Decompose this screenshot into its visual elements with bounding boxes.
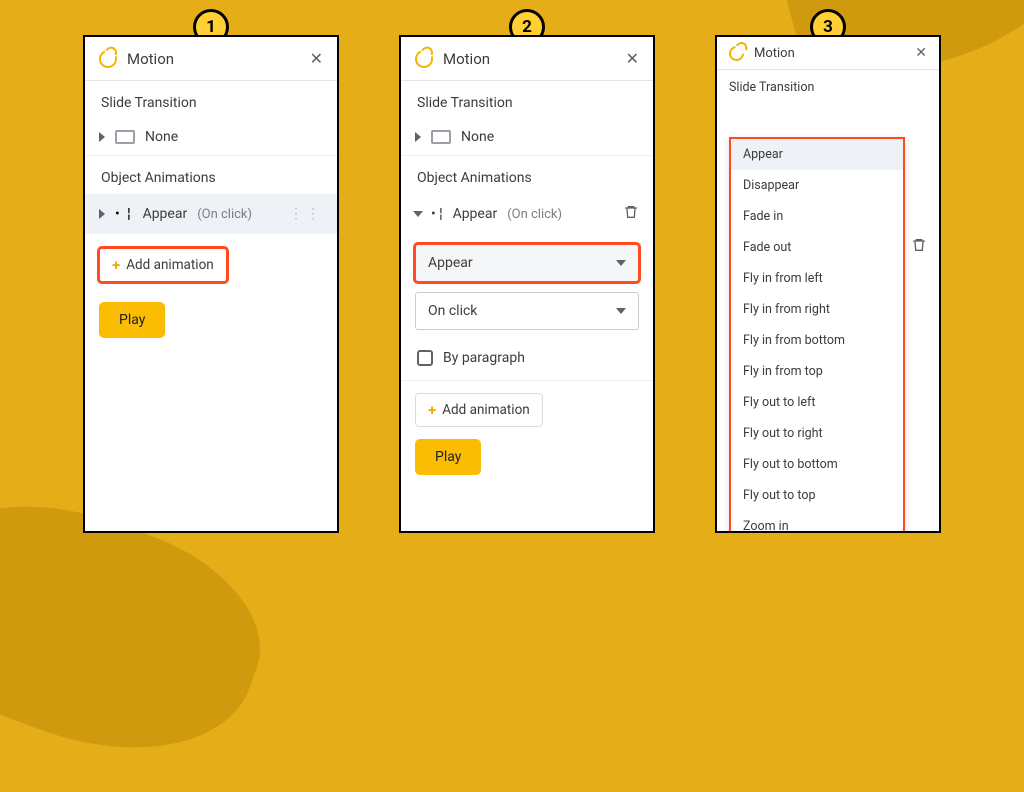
transition-row[interactable]: None xyxy=(85,119,337,156)
add-animation-label: Add animation xyxy=(442,402,530,418)
slide-icon xyxy=(115,130,135,144)
plus-icon: + xyxy=(428,401,436,419)
close-icon[interactable]: ✕ xyxy=(310,49,323,68)
motion-panel-3: Motion ✕ Slide Transition ` AppearDisapp… xyxy=(715,35,941,533)
chevron-right-icon xyxy=(99,132,105,142)
section-object-animations: Object Animations xyxy=(85,156,337,194)
dropdown-option[interactable]: Fly in from top xyxy=(731,356,903,387)
step-3: 3 Motion ✕ Slide Transition ` AppearDisa… xyxy=(715,35,941,587)
animation-name: Appear xyxy=(453,206,498,222)
bullet-icon: • ¦ xyxy=(115,206,133,222)
animation-trigger-select[interactable]: On click xyxy=(415,292,639,330)
section-object-animations: Object Animations xyxy=(401,156,653,194)
dropdown-option[interactable]: Fly in from right xyxy=(731,294,903,325)
dropdown-option[interactable]: Fly out to top xyxy=(731,480,903,511)
transition-value: None xyxy=(145,129,178,145)
dropdown-option[interactable]: Fly in from left xyxy=(731,263,903,294)
dropdown-option[interactable]: Fade in xyxy=(731,201,903,232)
transition-row[interactable]: None xyxy=(401,119,653,156)
add-animation-label: Add animation xyxy=(126,257,214,273)
trash-icon[interactable] xyxy=(623,204,639,224)
dropdown-option[interactable]: Appear xyxy=(731,139,903,170)
by-paragraph-label: By paragraph xyxy=(443,350,525,366)
animation-dropdown[interactable]: AppearDisappearFade inFade outFly in fro… xyxy=(729,137,905,533)
section-slide-transition: Slide Transition xyxy=(85,81,337,119)
motion-icon xyxy=(96,47,119,70)
motion-icon xyxy=(412,47,435,70)
motion-panel-1: Motion ✕ Slide Transition None Object An… xyxy=(83,35,339,533)
caret-down-icon xyxy=(616,260,626,266)
bullet-icon: • ¦ xyxy=(431,206,443,222)
animation-trigger: (On click) xyxy=(507,207,562,222)
transition-value: None xyxy=(461,129,494,145)
slide-icon xyxy=(431,130,451,144)
animation-type-value: Appear xyxy=(428,255,473,271)
section-slide-transition: Slide Transition xyxy=(717,70,939,101)
animation-trigger-value: On click xyxy=(428,303,477,319)
animation-trigger: (On click) xyxy=(197,207,252,222)
step-2: 2 Motion ✕ Slide Transition None Object … xyxy=(399,35,655,587)
trash-icon[interactable] xyxy=(911,237,927,257)
chevron-down-icon xyxy=(413,211,423,217)
dropdown-option[interactable]: Fly out to left xyxy=(731,387,903,418)
drag-handle-icon[interactable]: ⋮⋮ xyxy=(289,206,323,222)
close-icon[interactable]: ✕ xyxy=(915,45,927,61)
animation-type-select[interactable]: Appear xyxy=(415,244,639,282)
by-paragraph-row[interactable]: By paragraph xyxy=(401,340,653,376)
dropdown-option[interactable]: Zoom in xyxy=(731,511,903,533)
motion-panel-2: Motion ✕ Slide Transition None Object An… xyxy=(399,35,655,533)
panel-title: Motion xyxy=(127,50,174,68)
animation-name: Appear xyxy=(143,206,188,222)
play-button[interactable]: Play xyxy=(415,439,481,475)
chevron-right-icon xyxy=(415,132,421,142)
panel-title: Motion xyxy=(443,50,490,68)
plus-icon: + xyxy=(112,256,120,274)
dropdown-option[interactable]: Fly out to bottom xyxy=(731,449,903,480)
chevron-right-icon xyxy=(99,209,105,219)
panel-header: Motion ✕ xyxy=(717,37,939,70)
panel-title: Motion xyxy=(754,46,795,61)
add-animation-button[interactable]: + Add animation xyxy=(415,393,543,427)
add-animation-button[interactable]: + Add animation xyxy=(99,248,227,282)
animation-row[interactable]: • ¦ Appear (On click) ⋮⋮ xyxy=(85,194,337,234)
play-button[interactable]: Play xyxy=(99,302,165,338)
panel-header: Motion ✕ xyxy=(85,37,337,81)
close-icon[interactable]: ✕ xyxy=(626,49,639,68)
dropdown-option[interactable]: Fly out to right xyxy=(731,418,903,449)
dropdown-option[interactable]: Fly in from bottom xyxy=(731,325,903,356)
step-1: 1 Motion ✕ Slide Transition None Object … xyxy=(83,35,339,587)
panel-header: Motion ✕ xyxy=(401,37,653,81)
section-slide-transition: Slide Transition xyxy=(401,81,653,119)
motion-icon xyxy=(727,43,746,62)
dropdown-option[interactable]: Disappear xyxy=(731,170,903,201)
checkbox-icon[interactable] xyxy=(417,350,433,366)
animation-row-expanded[interactable]: • ¦ Appear (On click) xyxy=(401,194,653,234)
dropdown-option[interactable]: Fade out xyxy=(731,232,903,263)
caret-down-icon xyxy=(616,308,626,314)
